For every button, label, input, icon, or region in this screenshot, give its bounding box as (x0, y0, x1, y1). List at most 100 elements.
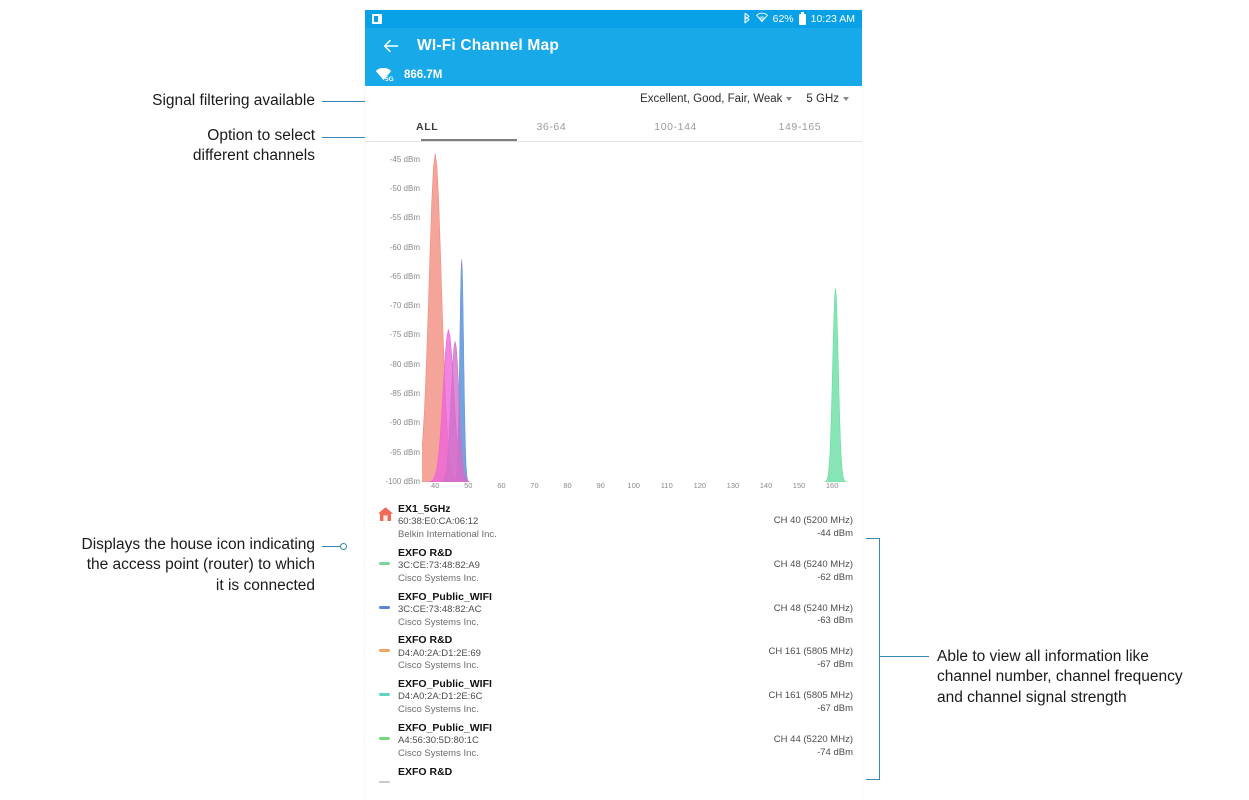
chart-y-tick: -75 dBm (389, 330, 420, 340)
tab-100-144-label: 100-144 (654, 120, 697, 133)
access-point-channel: CH 161 (5805 MHz) (768, 646, 853, 658)
access-point-metrics: CH 161 (5805 MHz) -67 dBm (769, 677, 853, 716)
chart-x-tick: 120 (693, 481, 707, 490)
access-point-identity: EX1_5GHz 60:38:E0:CA:06:12 Belkin Internat… (398, 502, 774, 542)
bluetooth-icon (743, 12, 751, 27)
access-point-vendor: Cisco Systems Inc. (398, 660, 479, 672)
access-point-channel: CH 48 (5240 MHz) (773, 558, 853, 570)
tab-active-indicator (421, 138, 517, 141)
access-point-identity: EXFO R&D D4:A0:2A:D1:2E:69 Cisco Systems I… (398, 633, 769, 673)
chevron-down-icon (786, 97, 793, 101)
access-point-identity: EXFO R&D (398, 765, 853, 779)
tab-149-165[interactable]: 149-165 (738, 112, 862, 141)
access-point-row[interactable]: EXFO_Public_WIFI 3C:CE:73:48:82:AC Cisco S… (365, 588, 862, 632)
leader-line-house-icon (322, 546, 342, 547)
access-point-ssid: EXFO_Public_WIFI (398, 590, 492, 603)
tab-149-165-label: 149-165 (778, 120, 822, 133)
chart-y-tick: -60 dBm (389, 242, 420, 252)
annotation-house-icon-line3: it is connected (215, 576, 315, 594)
leader-bracket-ap-info (879, 538, 880, 780)
chevron-down-icon (843, 97, 849, 101)
app-bar: WI-Fi Channel Map (365, 28, 862, 64)
chart-x-tick: 130 (726, 481, 740, 490)
annotation-signal-filtering-line1: Signal filtering available (152, 92, 315, 109)
chart-y-tick: -85 dBm (389, 389, 420, 399)
access-point-row[interactable]: EXFO R&D 3C:CE:73:48:82:A9 Cisco Systems I… (365, 544, 862, 588)
chart-x-axis: 40 50 60 70 80 90 100 110 120 130 140 150 160 (365, 481, 862, 497)
access-point-vendor: Cisco Systems Inc. (398, 747, 479, 759)
chart-x-tick: 60 (497, 481, 506, 490)
battery-percent-label: 62% (772, 13, 794, 25)
series-color-swatch (379, 736, 390, 740)
chart-y-tick: -45 dBm (389, 154, 420, 164)
access-point-list: EX1_5GHz 60:38:E0:CA:06:12 Belkin Internat… (365, 500, 862, 783)
access-point-signal: -44 dBm (817, 527, 853, 539)
access-point-identity: EXFO R&D 3C:CE:73:48:82:A9 Cisco Systems I… (398, 546, 774, 586)
annotation-channel-select-line2: different channels (192, 147, 315, 165)
access-point-vendor: Belkin International Inc. (398, 528, 497, 540)
access-point-vendor: Cisco Systems Inc. (398, 616, 479, 628)
tab-36-64[interactable]: 36-64 (489, 112, 613, 141)
access-point-row[interactable]: EXFO_Public_WIFI D4:A0:2A:D1:2E:6C Cisco S… (365, 675, 862, 719)
access-point-row[interactable]: EXFO_Public_WIFI A4:56:30:5D:80:1C Cisco S… (365, 719, 862, 763)
annotation-channel-select-line1: Option to select (207, 127, 315, 144)
chart-x-tick: 90 (596, 481, 605, 490)
access-point-ssid: EXFO R&D (398, 546, 453, 559)
annotation-signal-filtering: Signal filtering available (60, 91, 315, 111)
annotation-channel-select: Option to select different channels (55, 126, 315, 167)
annotation-ap-info-line3: and channel signal strength (937, 688, 1127, 706)
filter-bar: Excellent, Good, Fair, Weak 5 GHz (365, 86, 862, 112)
square-app-icon (372, 14, 382, 24)
screenshot-root: Signal filtering available Option to sel… (0, 0, 1249, 800)
series-color-swatch (379, 605, 390, 609)
house-icon (377, 506, 394, 522)
access-point-signal: -62 dBm (817, 571, 853, 583)
wifi-5g-icon: 5G (375, 67, 394, 83)
chart-x-tick: 40 (431, 481, 440, 490)
chart-y-tick: -80 dBm (389, 359, 420, 369)
chart-y-tick: -70 dBm (389, 301, 420, 311)
chart-x-tick: 100 (627, 481, 640, 490)
status-bar: 62% 10:23 AM (365, 10, 862, 28)
annotation-ap-info: Able to view all information like channe… (937, 647, 1237, 708)
tab-all[interactable]: ALL (365, 112, 489, 141)
access-point-identity: EXFO_Public_WIFI 3C:CE:73:48:82:AC Cisco S… (398, 590, 774, 630)
band-filter[interactable]: 5 GHz (806, 93, 849, 105)
access-point-bssid: A4:56:30:5D:80:1C (398, 735, 479, 747)
chart-y-tick: -65 dBm (389, 271, 420, 281)
signal-quality-filter[interactable]: Excellent, Good, Fair, Weak (640, 93, 793, 105)
chart-y-tick: -95 dBm (389, 447, 420, 457)
band-label: 5G (385, 76, 394, 83)
annotation-ap-info-line2: channel number, channel frequency (937, 668, 1183, 686)
channel-range-tabs: ALL 36-64 100-144 149-165 (365, 112, 862, 142)
annotation-house-icon-line1: Displays the house icon indicating (81, 536, 316, 553)
access-point-vendor: Cisco Systems Inc. (398, 572, 479, 584)
access-point-row[interactable]: EXFO R&D D4:A0:2A:D1:2E:69 Cisco Systems I… (365, 631, 862, 675)
chart-series-svg (411, 153, 847, 483)
access-point-ssid: EXFO_Public_WIFI (398, 678, 492, 691)
access-point-row[interactable]: EX1_5GHz 60:38:E0:CA:06:12 Belkin Internat… (365, 500, 862, 544)
back-arrow-icon[interactable] (382, 37, 400, 55)
tab-36-64-label: 36-64 (536, 120, 567, 133)
access-point-bssid: D4:A0:2A:D1:2E:6C (398, 691, 483, 703)
access-point-bssid: 3C:CE:73:48:82:AC (398, 603, 482, 615)
series-color-swatch (379, 693, 390, 697)
clock-label: 10:23 AM (810, 13, 855, 25)
access-point-ssid: EXFO R&D (398, 765, 453, 778)
access-point-metrics: CH 48 (5240 MHz) -62 dBm (774, 546, 853, 585)
channel-map-chart: -45 dBm -50 dBm -55 dBm -60 dBm -65 dBm -70 d… (365, 142, 862, 500)
access-point-metrics: CH 48 (5240 MHz) -63 dBm (774, 590, 853, 629)
access-point-signal: -67 dBm (817, 659, 853, 671)
chart-y-tick: -55 dBm (389, 213, 420, 223)
link-rate-label: 866.7M (404, 69, 443, 81)
access-point-row[interactable]: EXFO R&D (365, 763, 862, 783)
chart-x-tick: 80 (563, 481, 572, 490)
tab-100-144[interactable]: 100-144 (614, 112, 738, 141)
access-point-signal: -74 dBm (817, 746, 853, 758)
chart-x-tick: 70 (530, 481, 539, 490)
annotation-ap-info-line1: Able to view all information like (937, 648, 1149, 665)
access-point-ssid: EXFO R&D (398, 634, 453, 647)
access-point-ssid: EXFO_Public_WIFI (398, 721, 492, 734)
access-point-channel: CH 161 (5805 MHz) (768, 690, 853, 702)
access-point-channel: CH 40 (5200 MHz) (773, 515, 853, 526)
